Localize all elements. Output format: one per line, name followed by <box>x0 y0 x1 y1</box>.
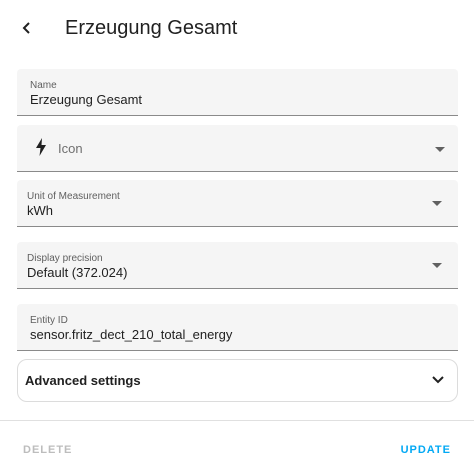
icon-picker[interactable]: Icon <box>17 125 458 172</box>
lightning-bolt-icon <box>36 138 46 156</box>
unit-select-value: kWh <box>27 203 53 218</box>
arrow-left-icon <box>22 22 30 34</box>
footer-divider <box>0 420 474 421</box>
update-button[interactable]: UPDATE <box>401 442 451 458</box>
precision-select-label: Display precision <box>27 253 103 264</box>
precision-select-value: Default (372.024) <box>27 265 128 280</box>
unit-select-label: Unit of Measurement <box>27 191 120 202</box>
display-precision-select[interactable]: Display precision Default (372.024) <box>17 242 458 289</box>
advanced-settings-label: Advanced settings <box>25 373 141 388</box>
delete-button[interactable]: DELETE <box>23 442 72 458</box>
entity-id-field[interactable]: Entity ID sensor.fritz_dect_210_total_en… <box>17 304 458 351</box>
advanced-settings-expander[interactable]: Advanced settings <box>17 359 458 402</box>
dropdown-arrow-icon <box>432 263 442 268</box>
icon-picker-placeholder: Icon <box>58 141 83 156</box>
entity-id-label: Entity ID <box>30 315 68 326</box>
entity-id-value: sensor.fritz_dect_210_total_energy <box>30 327 233 342</box>
dropdown-arrow-icon <box>435 147 445 152</box>
name-field-label: Name <box>30 80 57 91</box>
entity-settings-dialog: Erzeugung Gesamt Name Erzeugung Gesamt I… <box>0 0 474 470</box>
dialog-header: Erzeugung Gesamt <box>0 0 474 56</box>
unit-of-measurement-select[interactable]: Unit of Measurement kWh <box>17 180 458 227</box>
name-field-value: Erzeugung Gesamt <box>30 92 143 107</box>
chevron-down-icon <box>432 376 444 384</box>
name-field[interactable]: Name Erzeugung Gesamt <box>17 69 458 116</box>
back-button[interactable] <box>13 14 41 42</box>
dialog-title: Erzeugung Gesamt <box>65 17 238 39</box>
dropdown-arrow-icon <box>432 201 442 206</box>
